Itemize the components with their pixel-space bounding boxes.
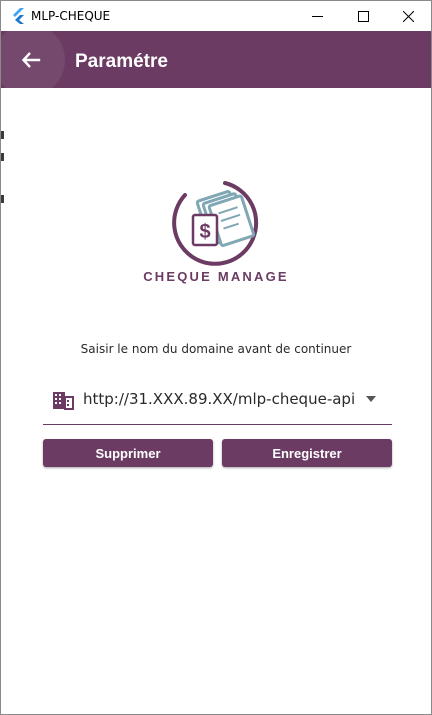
building-icon [53, 392, 74, 410]
window-title: MLP-CHEQUE [31, 9, 111, 23]
page-title: Paramétre [75, 51, 168, 72]
save-button[interactable]: Enregistrer [222, 439, 392, 467]
instruction-text: Saisir le nom du domaine avant de contin… [80, 342, 352, 356]
minimize-button[interactable] [294, 1, 340, 31]
brand-name: CHEQUE MANAGE [143, 269, 289, 284]
flutter-logo-icon [13, 8, 24, 24]
close-button[interactable] [385, 1, 431, 31]
cheque-money-logo: $ [172, 181, 259, 266]
maximize-button[interactable] [340, 1, 386, 31]
dropdown-arrow-icon[interactable] [365, 395, 377, 403]
arrow-left-icon [21, 52, 41, 68]
close-icon [402, 10, 414, 22]
domain-value: http://31.XXX.89.XX/mlp-cheque-api/api/ [83, 390, 355, 408]
minimize-icon [311, 15, 323, 17]
app-bar: Paramétre [1, 24, 431, 96]
edge-artifact [1, 131, 4, 139]
svg-text:$: $ [199, 221, 210, 243]
delete-button[interactable]: Supprimer [43, 439, 213, 467]
edge-artifact [1, 153, 4, 161]
back-button[interactable] [1, 24, 65, 96]
domain-dropdown[interactable]: http://31.XXX.89.XX/mlp-cheque-api/api/ [43, 379, 392, 425]
app-window: MLP-CHEQUE Paramétre $ CHEQUE MANAGE Sai… [0, 0, 432, 715]
maximize-icon [357, 10, 369, 22]
edge-artifact [1, 195, 4, 203]
window-titlebar[interactable]: MLP-CHEQUE [1, 1, 431, 31]
